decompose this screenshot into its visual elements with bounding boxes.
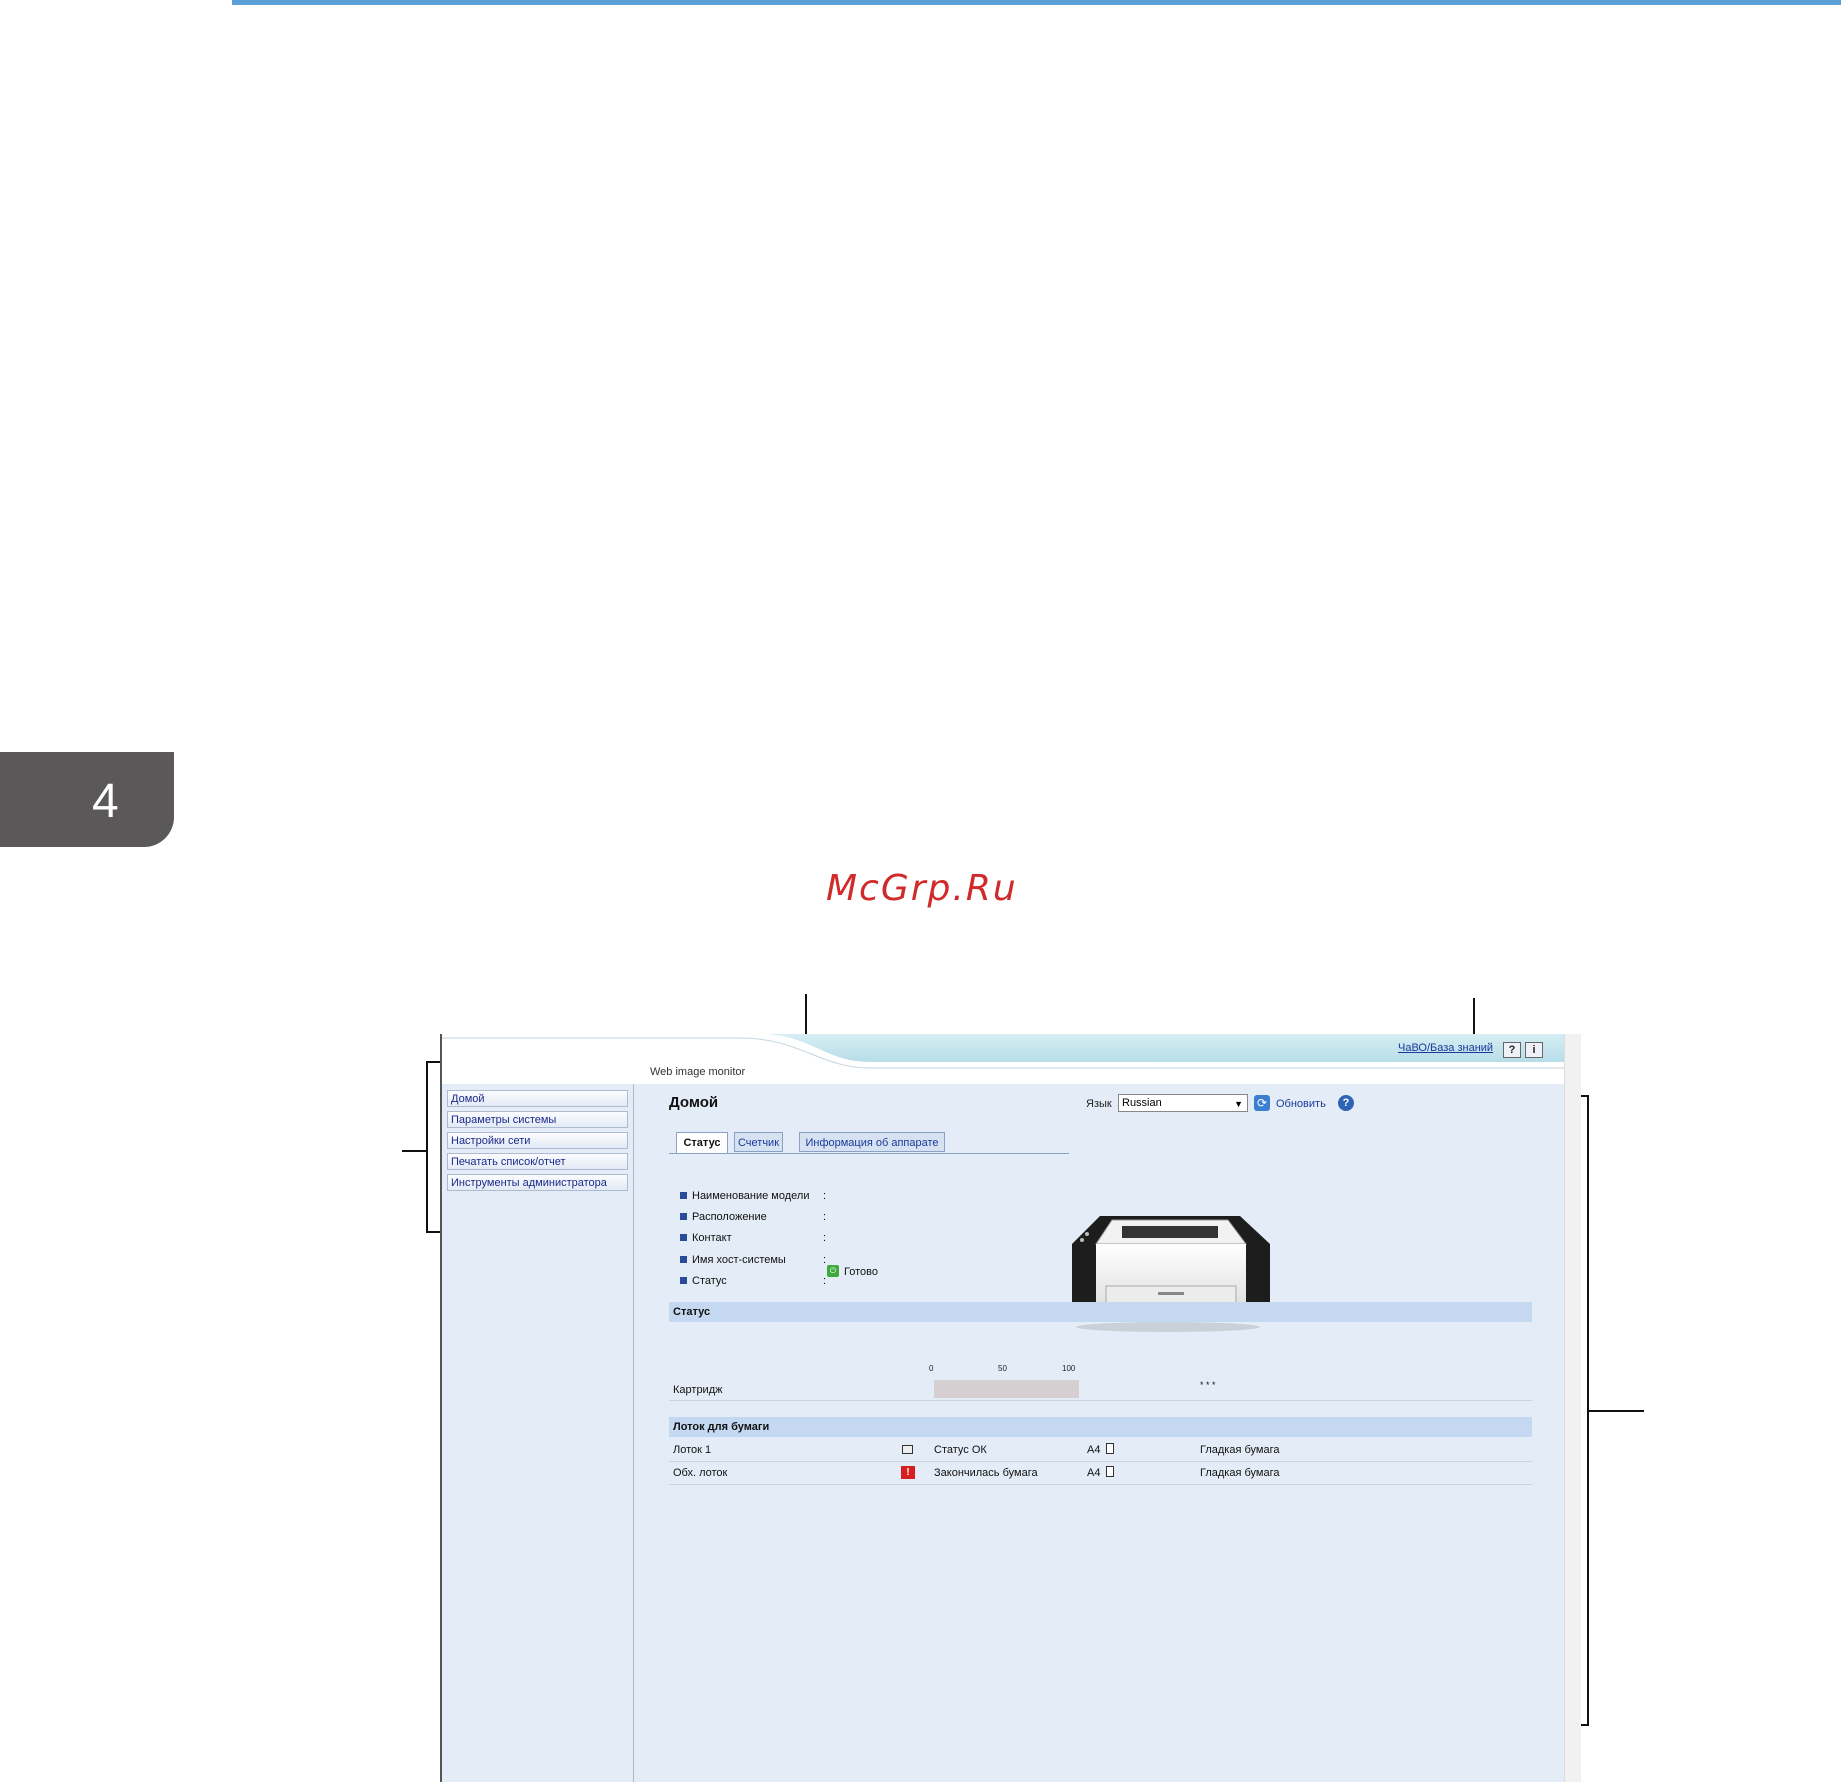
info-value: : [823,1232,827,1244]
chapter-tab: 4 [0,752,174,847]
paper-type: Гладкая бумага [1200,1467,1280,1479]
paper-type: Гладкая бумага [1200,1444,1280,1456]
nav-item-system-settings[interactable]: Параметры системы [447,1111,628,1128]
info-row: Расположение [680,1211,767,1223]
info-row: Контакт [680,1232,732,1244]
info-label: Имя хост-системы [692,1254,786,1266]
callout-nav-stem [402,1150,426,1152]
nav-separator [633,1084,634,1782]
toner-level-bar [934,1380,1079,1398]
top-rule [232,0,1841,5]
faq-knowledge-base-link[interactable]: ЧаВО/База знаний [1398,1042,1493,1054]
language-label: Язык [1086,1098,1112,1110]
nav-item-admin-tools[interactable]: Инструменты администратора [447,1174,628,1191]
language-select[interactable]: Russian ▼ [1118,1094,1248,1112]
ready-status-icon: ⏻ [827,1265,839,1277]
tray-status: Закончилась бумага [934,1467,1038,1479]
nav-item-network-settings[interactable]: Настройки сети [447,1132,628,1149]
info-value: : [823,1211,827,1223]
callout-main-stem [1589,1410,1644,1412]
info-value: : [823,1190,827,1202]
bullet-icon [680,1213,687,1220]
tray-name: Обх. лоток [673,1467,728,1479]
row-divider [669,1400,1532,1401]
nav-item-home[interactable]: Домой [447,1090,628,1107]
bullet-icon [680,1192,687,1199]
tray-status: Статус ОК [934,1444,987,1456]
info-row: Наименование модели [680,1190,809,1202]
chapter-number: 4 [92,775,119,828]
tab-counter[interactable]: Счетчик [734,1132,783,1152]
tab-underline [669,1153,1069,1154]
paper-icon [1106,1466,1114,1477]
page-title: Домой [669,1094,719,1111]
scale-label: 50 [998,1364,1007,1373]
cartridge-value: * * * [1200,1380,1216,1390]
paper-size: A4 [1087,1467,1101,1479]
nav-item-print-list[interactable]: Печатать список/отчет [447,1153,628,1170]
info-value: : [823,1254,827,1266]
bullet-icon [680,1256,687,1263]
tab-status[interactable]: Статус [676,1132,728,1154]
info-value: : [823,1275,827,1287]
tray-section-header: Лоток для бумаги [669,1417,1532,1437]
info-label: Статус [692,1275,727,1287]
refresh-button[interactable]: Обновить [1276,1098,1326,1110]
tray-ok-icon [902,1445,913,1454]
app-title: Web image monitor [650,1066,746,1078]
help-icon[interactable]: ? [1503,1042,1521,1058]
tab-device-info[interactable]: Информация об аппарате [799,1132,945,1152]
info-row: Имя хост-системы [680,1254,786,1266]
tray-name: Лоток 1 [673,1444,712,1456]
ready-status-label: Готово [844,1266,878,1278]
row-divider [669,1461,1532,1462]
language-value: Russian [1122,1097,1162,1109]
info-label: Расположение [692,1211,767,1223]
info-label: Контакт [692,1232,732,1244]
watermark: McGrp.Ru [826,868,1018,909]
scale-label: 100 [1062,1364,1076,1373]
refresh-icon[interactable]: ⟳ [1254,1095,1270,1111]
web-image-monitor-screenshot: Web image monitor ЧаВО/База знаний ? i Д… [440,1034,1581,1782]
paper-icon [1106,1443,1114,1454]
bullet-icon [680,1234,687,1241]
paper-size: A4 [1087,1444,1101,1456]
tray-error-icon: ! [901,1466,915,1479]
info-row: Статус [680,1275,727,1287]
status-section-header: Статус [669,1302,1532,1322]
row-divider [669,1484,1532,1485]
toner-level-fill [934,1380,1079,1398]
window-left-edge [440,1034,442,1782]
info-icon[interactable]: i [1525,1042,1543,1058]
scale-label: 0 [929,1364,934,1373]
info-label: Наименование модели [692,1190,810,1202]
scrollbar[interactable] [1564,1034,1581,1782]
callout-nav-bracket [426,1061,428,1233]
bullet-icon [680,1277,687,1284]
chevron-down-icon: ▼ [1234,1099,1243,1109]
question-icon[interactable]: ? [1338,1095,1354,1111]
cartridge-label: Картридж [673,1384,723,1396]
